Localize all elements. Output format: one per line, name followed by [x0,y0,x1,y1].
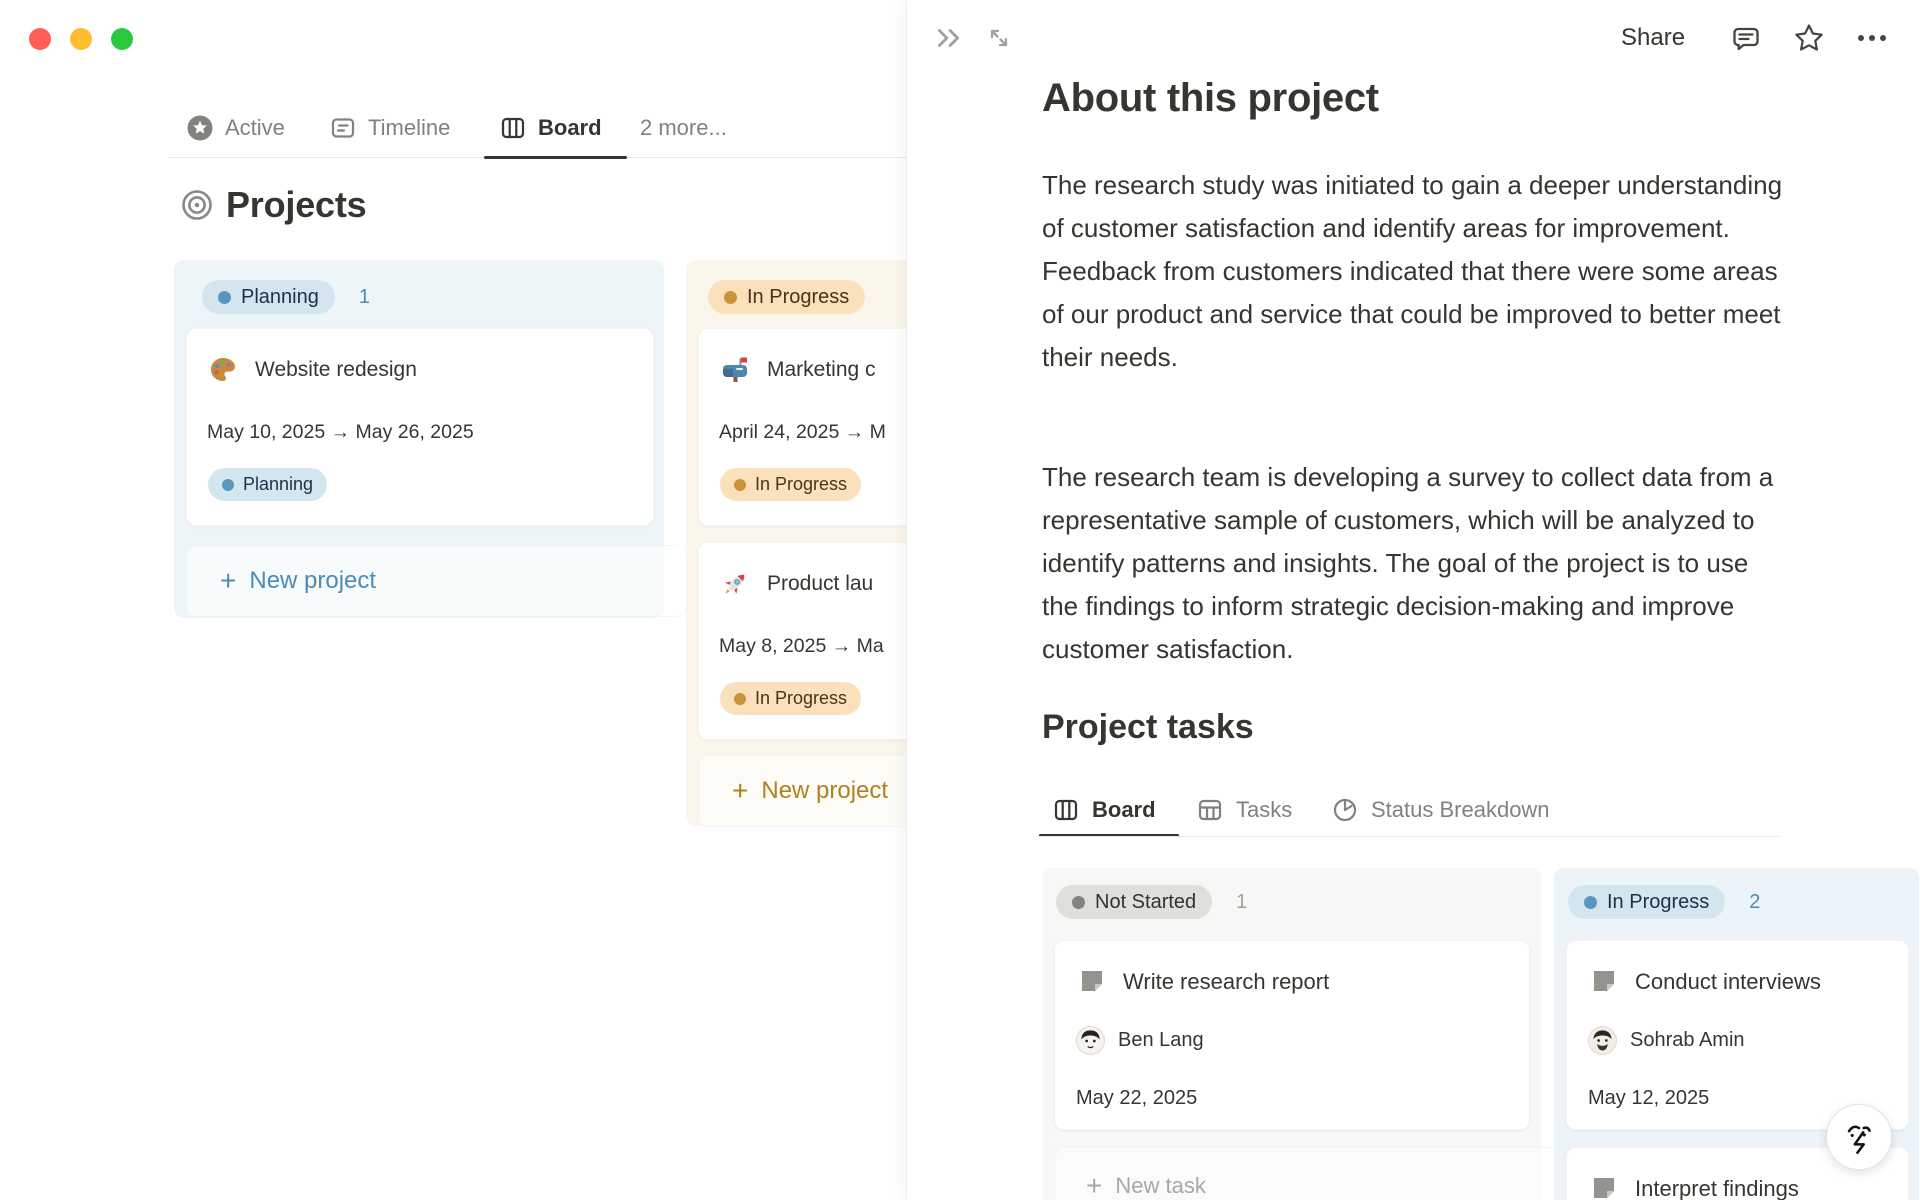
collapse-panel-icon[interactable] [933,22,965,54]
new-task-button[interactable]: + New task [1054,1147,1561,1200]
board-icon [1052,796,1080,824]
task-card-conduct-interviews[interactable]: Conduct interviews Sohrab Amin May 12, 2… [1566,940,1909,1130]
column-status-pill[interactable]: Planning [202,280,335,314]
star-circle-icon [186,114,214,142]
assignee-name: Ben Lang [1118,1029,1204,1051]
column-count: 1 [1236,890,1248,913]
favorite-star-icon[interactable] [1791,20,1827,56]
column-count: 2 [1749,890,1761,913]
table-icon [1196,796,1224,824]
pie-chart-icon [1331,796,1359,824]
card-status-tag: In Progress [720,468,862,501]
card-status-tag: Planning [208,468,328,501]
tab-active[interactable]: Active [186,110,285,146]
project-card-website-redesign[interactable]: Website redesign May 10, 2025 → May 26, … [186,328,654,526]
tab-label: 2 more... [640,115,727,140]
plus-icon: + [732,775,749,806]
tasks-tab-tasks[interactable]: Tasks [1196,792,1292,828]
timeline-icon [329,114,357,142]
notion-ai-button[interactable] [1826,1104,1892,1170]
card-title: Write research report [1123,969,1330,994]
assignee-name: Sohrab Amin [1630,1029,1745,1051]
comments-icon[interactable] [1729,22,1763,56]
tab-label: Active [225,115,285,140]
column-status-pill[interactable]: Not Started [1056,885,1213,919]
tab-divider [1039,836,1779,837]
column-status-pill[interactable]: In Progress [1568,885,1726,919]
card-status-tag: In Progress [720,682,862,715]
card-title: Conduct interviews [1635,969,1821,994]
card-title: Marketing c [767,358,876,381]
page-icon [1077,967,1107,997]
status-dot [1584,895,1597,909]
status-dot [724,290,737,304]
bullseye-icon [180,188,214,222]
card-date-range: May 8, 2025 → Ma [719,635,884,657]
tab-timeline[interactable]: Timeline [329,110,450,146]
card-date: May 12, 2025 [1588,1087,1710,1109]
about-paragraph-2[interactable]: The research team is developing a survey… [1042,456,1784,671]
share-button[interactable]: Share [1621,24,1685,52]
about-heading[interactable]: About this project [1042,76,1379,121]
card-title: Website redesign [255,358,417,381]
palette-icon [208,355,238,385]
active-tab-underline [484,156,627,159]
window-controls [29,28,133,50]
card-title: Product lau [767,572,874,595]
status-dot [1072,895,1085,909]
card-date: May 22, 2025 [1076,1087,1198,1109]
tasks-tab-status-breakdown[interactable]: Status Breakdown [1331,792,1550,828]
tab-more-views[interactable]: 2 more... [640,110,727,146]
card-title: Interpret findings [1635,1176,1799,1200]
status-dot [734,692,746,705]
side-peek-panel: Share About this project The research st… [906,0,1920,1200]
plus-icon: + [220,565,237,596]
card-date-range: May 10, 2025 → May 26, 2025 [207,421,474,443]
status-dot [734,478,746,491]
tab-label: Board [538,115,602,140]
close-window-button[interactable] [29,28,51,50]
tab-board[interactable]: Board [499,110,602,146]
page-icon [1589,1174,1619,1200]
project-tasks-heading[interactable]: Project tasks [1042,708,1254,747]
more-options-icon[interactable] [1855,28,1889,48]
plus-icon: + [1086,1170,1103,1200]
column-status-pill[interactable]: In Progress [708,280,866,314]
zoom-window-button[interactable] [111,28,133,50]
assignee-avatar [1076,1026,1105,1055]
task-column-not-started: Not Started 1 Write research report Ben … [1042,868,1561,1200]
board-column-planning: Planning 1 Website redesign May 10, 2025… [174,260,687,618]
expand-page-icon[interactable] [983,22,1015,54]
tab-label: Timeline [368,115,451,140]
status-dot [222,478,234,491]
page-icon [1589,967,1619,997]
rocket-icon [720,569,750,599]
view-tab-bar: Active Timeline Board 2 more... [169,100,906,159]
column-count: 1 [358,285,370,308]
app-window: Active Timeline Board 2 more... Projects… [0,0,1920,1200]
status-dot [218,290,231,304]
new-project-button[interactable]: + New project [186,545,687,617]
card-date-range: April 24, 2025 → M [719,421,886,443]
tasks-tab-board[interactable]: Board [1052,792,1156,828]
board-icon [499,114,527,142]
task-card-write-research-report[interactable]: Write research report Ben Lang May 22, 2… [1054,940,1530,1130]
minimize-window-button[interactable] [70,28,92,50]
page-title[interactable]: Projects [226,184,367,226]
mailbox-icon [720,355,750,385]
database-title-row: Projects [180,184,367,226]
assignee-avatar [1588,1026,1617,1055]
ai-face-icon [1838,1116,1880,1158]
about-paragraph-1[interactable]: The research study was initiated to gain… [1042,164,1784,379]
